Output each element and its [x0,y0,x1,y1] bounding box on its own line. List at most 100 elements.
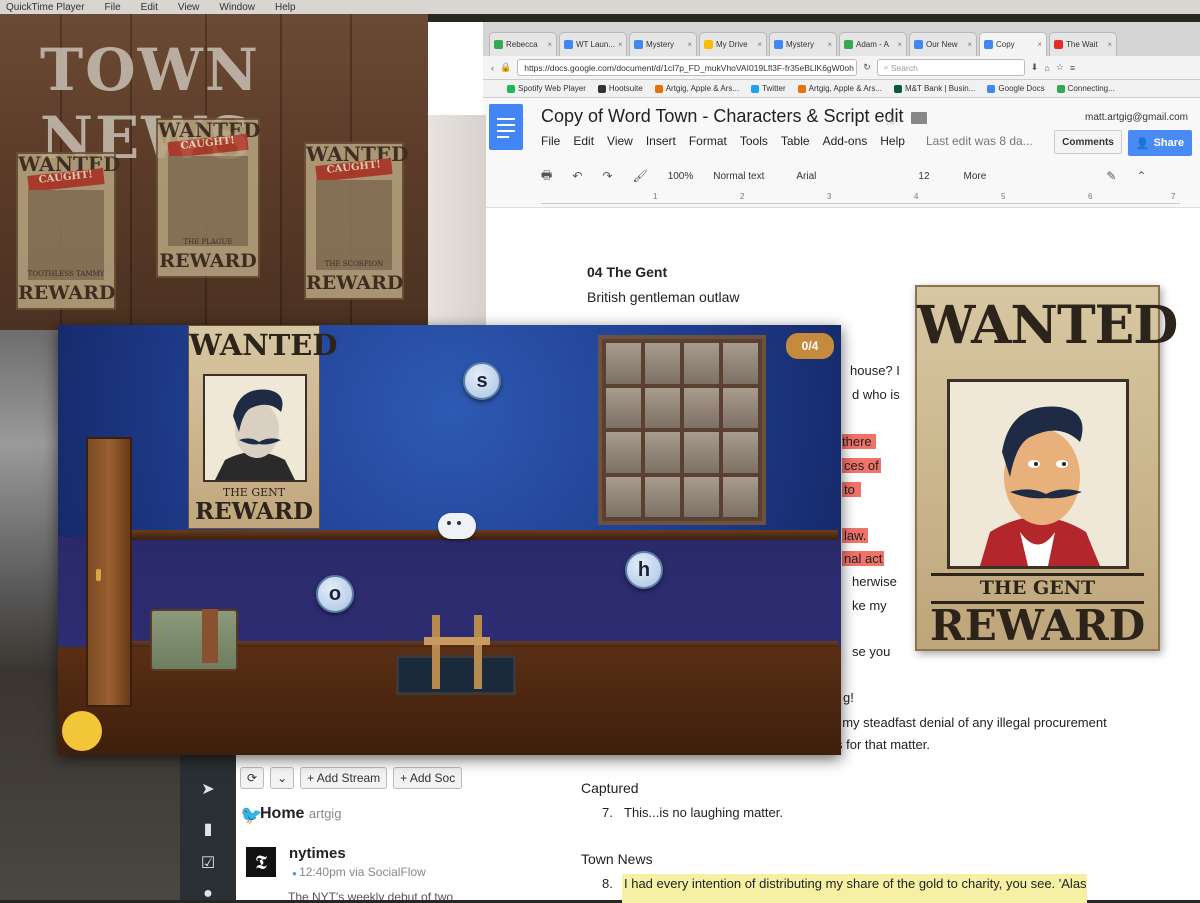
cubby-slot[interactable] [723,343,758,384]
menu-insert[interactable]: Insert [646,134,676,148]
letter-bubble-s[interactable]: s [463,362,501,400]
list-item-text-highlighted[interactable]: I had every intention of distributing my… [622,874,1087,903]
menu-help[interactable]: Help [880,134,905,148]
tab-copy[interactable]: Copy × [979,32,1047,56]
cubby-slot[interactable] [684,476,719,517]
stream-title[interactable]: Home artgig [260,805,341,823]
menu-edit[interactable]: Edit [573,134,594,148]
document-title[interactable]: Copy of Word Town - Characters & Script … [541,106,903,127]
bookmark-spotify[interactable]: Spotify Web Player [507,84,586,93]
caught-poster[interactable]: WANTED CAUGHT! TOOTHLESS TAMMY REWARD [16,152,120,310]
zoom-select[interactable]: 100% [668,171,694,182]
more-button[interactable]: More [964,171,987,182]
share-button[interactable]: 👤 Share [1128,130,1192,156]
search-input[interactable]: ⌕ Search [876,59,1025,76]
back-icon[interactable]: ‹ [491,63,494,73]
send-icon[interactable]: ➤ [198,779,218,798]
menubar-help[interactable]: Help [275,2,296,13]
tab-adam[interactable]: Adam - A × [839,32,907,56]
close-icon[interactable]: × [1037,40,1042,49]
doc-text-fragment[interactable]: d who is [852,387,900,402]
cubby-slot[interactable] [645,476,680,517]
bookmark-mt-bank[interactable]: M&T Bank | Busin... [894,84,975,93]
bookmark-twitter[interactable]: Twitter [751,84,786,93]
print-icon[interactable]: 🖶 [541,166,552,187]
add-stream-button[interactable]: + Add Stream [300,767,388,789]
cubby-slot[interactable] [606,387,641,428]
close-icon[interactable]: × [1107,40,1112,49]
game-logo-icon[interactable] [62,711,102,751]
home-icon[interactable]: ⌂ [1044,63,1049,73]
reload-icon[interactable]: ↻ [863,62,871,73]
dropdown-button[interactable]: ⌄ [270,767,295,789]
doc-text-fragment[interactable]: se you [852,644,890,659]
door[interactable] [86,437,132,707]
close-icon[interactable]: × [827,40,832,49]
cubby-slot[interactable] [645,432,680,473]
doc-label-town-news[interactable]: Town News [581,851,653,867]
style-select[interactable]: Normal text [713,171,764,182]
doc-text-fragment[interactable]: herwise [852,574,897,589]
cubby-slot[interactable] [645,387,680,428]
menu-tools[interactable]: Tools [740,134,768,148]
close-icon[interactable]: × [897,40,902,49]
refresh-button[interactable]: ⟳ [240,767,265,789]
tab-mystery-2[interactable]: Mystery × [769,32,837,56]
menu-addons[interactable]: Add-ons [823,134,868,148]
cubby-slot[interactable] [684,387,719,428]
bookmark-connecting[interactable]: Connecting... [1056,84,1115,93]
nytimes-avatar[interactable]: 𝕿 [246,847,276,877]
analytics-icon[interactable]: ▮ [198,819,218,838]
tab-our-new[interactable]: Our New × [909,32,977,56]
cloud-character[interactable] [438,513,476,539]
highlighted-text[interactable]: nal act [842,551,885,566]
cubby-slot[interactable] [723,387,758,428]
menubar-window[interactable]: Window [219,2,255,13]
bookmark-google-docs[interactable]: Google Docs [987,84,1045,93]
redo-icon[interactable]: ↷ [602,169,612,183]
satchel-bag[interactable] [150,609,238,671]
menubar-app-name[interactable]: QuickTime Player [6,2,85,13]
doc-label-captured[interactable]: Captured [581,780,639,796]
menu-icon[interactable]: ≡ [1070,63,1075,73]
game-wanted-poster[interactable]: WANTED THE GENT REWARD [188,325,338,529]
highlighted-text[interactable]: ces of [842,458,881,473]
menu-file[interactable]: File [541,134,560,148]
cubby-slot[interactable] [723,432,758,473]
doc-text-fragment[interactable]: house? I [850,363,900,378]
close-icon[interactable]: × [687,40,692,49]
doc-text-fragment[interactable]: g! [843,690,854,705]
bookmark-artgig[interactable]: Artgig, Apple & Ars... [654,84,739,93]
bookmark-artgig-2[interactable]: Artgig, Apple & Ars... [797,84,882,93]
add-social-button[interactable]: + Add Soc [393,767,463,789]
paint-format-icon[interactable]: 🖌 [632,169,647,183]
comments-button[interactable]: Comments [1054,130,1122,154]
doc-text-fragment[interactable]: ke my [852,598,887,613]
menubar-view[interactable]: View [178,2,200,13]
highlighted-text[interactable]: there [842,434,876,449]
menu-table[interactable]: Table [781,134,810,148]
close-icon[interactable]: × [967,40,972,49]
caught-poster[interactable]: WANTED CAUGHT! THE PLAGUE REWARD [156,118,260,278]
ruler[interactable]: 1 2 3 4 5 6 7 [541,192,1180,204]
tweet-author[interactable]: nytimes [289,845,346,862]
section-heading[interactable]: 04 The Gent [587,264,667,280]
list-item-text[interactable]: This...is no laughing matter. [624,805,783,820]
menu-view[interactable]: View [607,134,633,148]
highlighted-text[interactable]: to [842,482,861,497]
tab-my-drive[interactable]: My Drive × [699,32,767,56]
close-icon[interactable]: × [757,40,762,49]
pencil-icon[interactable]: ✎ [1106,169,1116,183]
tab-mystery[interactable]: Mystery × [629,32,697,56]
caught-poster[interactable]: WANTED CAUGHT! THE SCORPION REWARD [304,142,408,300]
contacts-icon[interactable]: ● [198,885,218,900]
doc-text-fragment[interactable]: , my steadfast denial of any illegal pro… [835,715,1107,730]
menu-format[interactable]: Format [689,134,727,148]
tab-wt-launch[interactable]: WT Laun... × [559,32,627,56]
folder-icon[interactable] [911,112,927,124]
menubar-edit[interactable]: Edit [141,2,158,13]
wanted-poster-image[interactable]: WANTED THE GENT REWARD [915,285,1178,651]
download-icon[interactable]: ⬇ [1031,62,1039,73]
game-window[interactable]: WANTED THE GENT REWARD 0/4 s h o [58,325,841,755]
undo-icon[interactable]: ↶ [572,169,582,183]
